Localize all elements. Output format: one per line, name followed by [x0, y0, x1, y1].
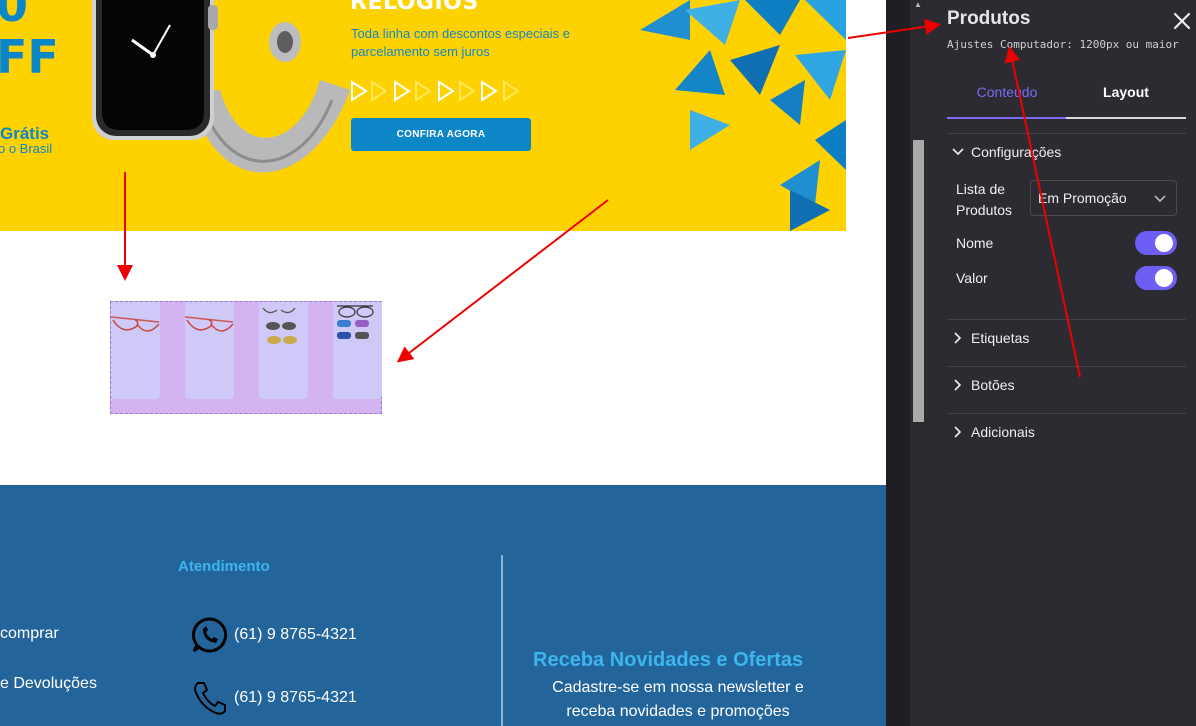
scroll-up-arrow-icon[interactable]: ▲ [910, 0, 926, 10]
product-list-label-line2: Produtos [956, 202, 1013, 218]
product-card[interactable] [259, 302, 308, 399]
banner-discount: 0 FF [0, 0, 59, 82]
product-card[interactable] [185, 302, 234, 399]
section-adicionais-label: Adicionais [971, 424, 1035, 440]
confira-agora-button[interactable]: CONFIRA AGORA [351, 118, 531, 151]
value-label: Valor [956, 270, 988, 286]
panel-title: Produtos [947, 8, 1031, 29]
section-configuracoes: Configurações [947, 133, 1186, 170]
section-configuracoes-header[interactable]: Configurações [947, 134, 1186, 170]
editor-screen: 0 FF Grátis o o Brasil RELÓGIOS Toda lin… [0, 0, 1196, 726]
site-footer: comprar e Devoluções Atendimento (61) 9 … [0, 485, 886, 726]
banner-brasil-text: o o Brasil [0, 141, 53, 156]
chevron-down-icon [952, 148, 964, 156]
footer-link-como-comprar[interactable]: comprar [0, 625, 59, 643]
newsletter-text: Cadastre-se em nossa newsletter e receba… [552, 679, 804, 720]
chevron-right-icon [954, 332, 962, 344]
newsletter-title: Receba Novidades e Ofertas [533, 649, 804, 671]
phone-icon [193, 682, 226, 715]
toggle-knob [1155, 269, 1173, 287]
section-etiquetas-label: Etiquetas [971, 330, 1030, 346]
banner-subtitle: Toda linha com descontos especiais e par… [351, 26, 570, 59]
section-etiquetas: Etiquetas [947, 319, 1186, 356]
close-icon[interactable] [1171, 10, 1193, 32]
product-card[interactable] [333, 302, 382, 399]
product-list-label: Lista de Produtos [956, 179, 1012, 221]
footer-phone[interactable]: (61) 9 8765-4321 [192, 680, 357, 716]
chevron-right-icon [954, 379, 962, 391]
footer-link-trocas-devolucoes[interactable]: e Devoluções [0, 675, 97, 693]
whatsapp-number: (61) 9 8765-4321 [234, 626, 357, 643]
section-botoes: Botões [947, 366, 1186, 403]
footer-divider [501, 555, 503, 726]
product-list-label-line1: Lista de [956, 181, 1006, 197]
sunglasses-icon [262, 307, 297, 344]
products-widget[interactable] [110, 301, 382, 414]
glasses-icon [111, 316, 160, 332]
glasses-icon [185, 316, 234, 332]
banner-discount-number: 0 [0, 0, 29, 32]
phone-number: (61) 9 8765-4321 [234, 689, 357, 706]
chevron-down-icon [1154, 195, 1166, 202]
section-adicionais: Adicionais [947, 413, 1186, 450]
chevron-right-icon [954, 426, 962, 438]
whatsapp-icon [192, 617, 228, 653]
section-adicionais-header[interactable]: Adicionais [947, 414, 1186, 450]
product-card[interactable] [111, 302, 160, 399]
section-botoes-header[interactable]: Botões [947, 367, 1186, 403]
editor-panel: Produtos Ajustes Computador: 1200px ou m… [926, 0, 1196, 726]
name-toggle[interactable] [1135, 231, 1177, 255]
preview-scrollbar[interactable]: ▲ [886, 0, 926, 726]
tab-conteudo[interactable]: Conteúdo [947, 72, 1067, 119]
section-configuracoes-label: Configurações [971, 144, 1062, 160]
triangles-decoration [640, 0, 846, 231]
section-etiquetas-header[interactable]: Etiquetas [947, 320, 1186, 356]
toggle-knob [1155, 234, 1173, 252]
banner-title: RELÓGIOS [350, 0, 479, 15]
name-label: Nome [956, 235, 994, 251]
arrows-decoration-icon [351, 80, 520, 102]
section-botoes-label: Botões [971, 377, 1015, 393]
value-toggle[interactable] [1135, 266, 1177, 290]
watch-image [92, 0, 350, 173]
product-list-select[interactable]: Em Promoção [1030, 180, 1177, 216]
product-list-value: Em Promoção [1038, 190, 1127, 206]
promo-banner[interactable]: 0 FF Grátis o o Brasil RELÓGIOS Toda lin… [0, 0, 846, 231]
page-preview: 0 FF Grátis o o Brasil RELÓGIOS Toda lin… [0, 0, 886, 726]
panel-subtitle: Ajustes Computador: 1200px ou maior [947, 38, 1179, 51]
scrollbar-thumb[interactable] [913, 140, 924, 422]
footer-whatsapp[interactable]: (61) 9 8765-4321 [192, 617, 357, 653]
tab-layout[interactable]: Layout [1066, 72, 1186, 119]
footer-service-title: Atendimento [178, 558, 270, 575]
panel-tabs: Conteúdo Layout [947, 72, 1186, 119]
colored-glasses-icon [337, 305, 374, 339]
banner-discount-off: FF [0, 30, 59, 84]
